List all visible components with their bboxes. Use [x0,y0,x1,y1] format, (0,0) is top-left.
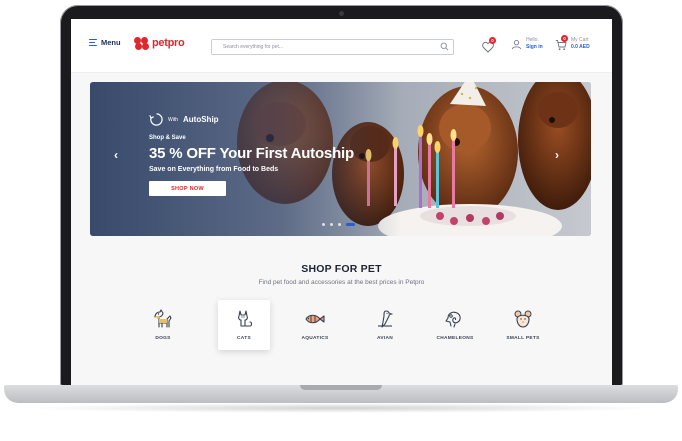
laptop-mockup: Menu petpro Search everything for pet...… [0,0,682,441]
section-subtitle: Find pet food and accessories at the bes… [258,279,425,286]
carousel-dots [322,223,355,226]
menu-button[interactable]: Menu [89,38,121,47]
category-aquatics[interactable]: AQUATICS [289,300,341,350]
fish-icon [305,314,325,324]
cart-label: My Cart [571,37,589,43]
wishlist-count-badge: 0 [489,37,496,44]
autoship-prefix: With [168,116,178,123]
sign-in-link[interactable]: Sign in [526,44,543,51]
paw-logo-icon [134,36,150,50]
carousel-next-arrow-icon[interactable]: › [551,146,563,164]
chameleon-icon [445,311,461,328]
shop-now-button[interactable]: SHOP NOW [149,181,226,196]
category-label: CATS [237,336,251,341]
category-label: CHAMELEONS [436,336,474,341]
site-header: Menu petpro Search everything for pet...… [71,19,612,73]
user-icon [511,39,522,49]
carousel-dot[interactable] [338,223,341,226]
category-cats[interactable]: CATS [218,300,270,350]
hero-title: 35 % OFF Your First Autoship [149,145,354,162]
search-bar [211,39,454,55]
menu-label: Menu [101,38,121,47]
carousel-dot-active[interactable] [346,223,355,226]
category-label: SMALL PETS [506,336,540,341]
wishlist-button[interactable]: 0 [481,37,496,54]
search-input[interactable] [212,40,432,54]
autoship-cycle-icon [149,113,163,126]
mouse-icon [514,310,532,328]
cart-count-badge: 0 [561,35,568,42]
hero-carousel: With AutoShip Shop & Save 35 % OFF Your … [90,82,591,236]
webcam [339,11,344,16]
laptop-notch [300,385,382,390]
hamburger-icon [89,39,97,46]
cart-total: 0.0 AED [571,44,590,50]
site-logo[interactable]: petpro [134,36,185,50]
carousel-prev-arrow-icon[interactable]: ‹ [110,146,122,164]
laptop-shadow [20,403,662,413]
section-title: SHOP FOR PET [301,263,382,275]
account-link[interactable]: Hello, Sign in [511,37,543,51]
category-label: DOGS [155,336,171,341]
search-icon[interactable] [440,42,449,51]
browser-viewport: Menu petpro Search everything for pet...… [71,19,612,385]
cat-icon [238,310,253,327]
carousel-dot[interactable] [330,223,333,226]
dog-icon [154,309,172,328]
autoship-badge: With AutoShip [149,112,219,127]
account-greeting: Hello, [526,37,539,43]
category-dogs[interactable]: DOGS [137,300,189,350]
category-chameleons[interactable]: CHAMELEONS [429,300,481,350]
pet-category-list: DOGS CATS AQUATICS AVIAN CHAMELEONS SMAL… [137,300,547,352]
hero-description: Save on Everything from Food to Beds [149,166,279,173]
bird-icon [378,310,394,328]
category-avian[interactable]: AVIAN [359,300,411,350]
autoship-brand: AutoShip [183,115,219,124]
category-label: AQUATICS [301,336,329,341]
carousel-dot[interactable] [322,223,325,226]
category-label: AVIAN [376,336,394,341]
category-small-pets[interactable]: SMALL PETS [497,300,549,350]
hero-subtitle: Shop & Save [149,135,186,141]
logo-wordmark: petpro [152,37,185,49]
cart-button[interactable]: 0 My Cart 0.0 AED [555,35,590,51]
